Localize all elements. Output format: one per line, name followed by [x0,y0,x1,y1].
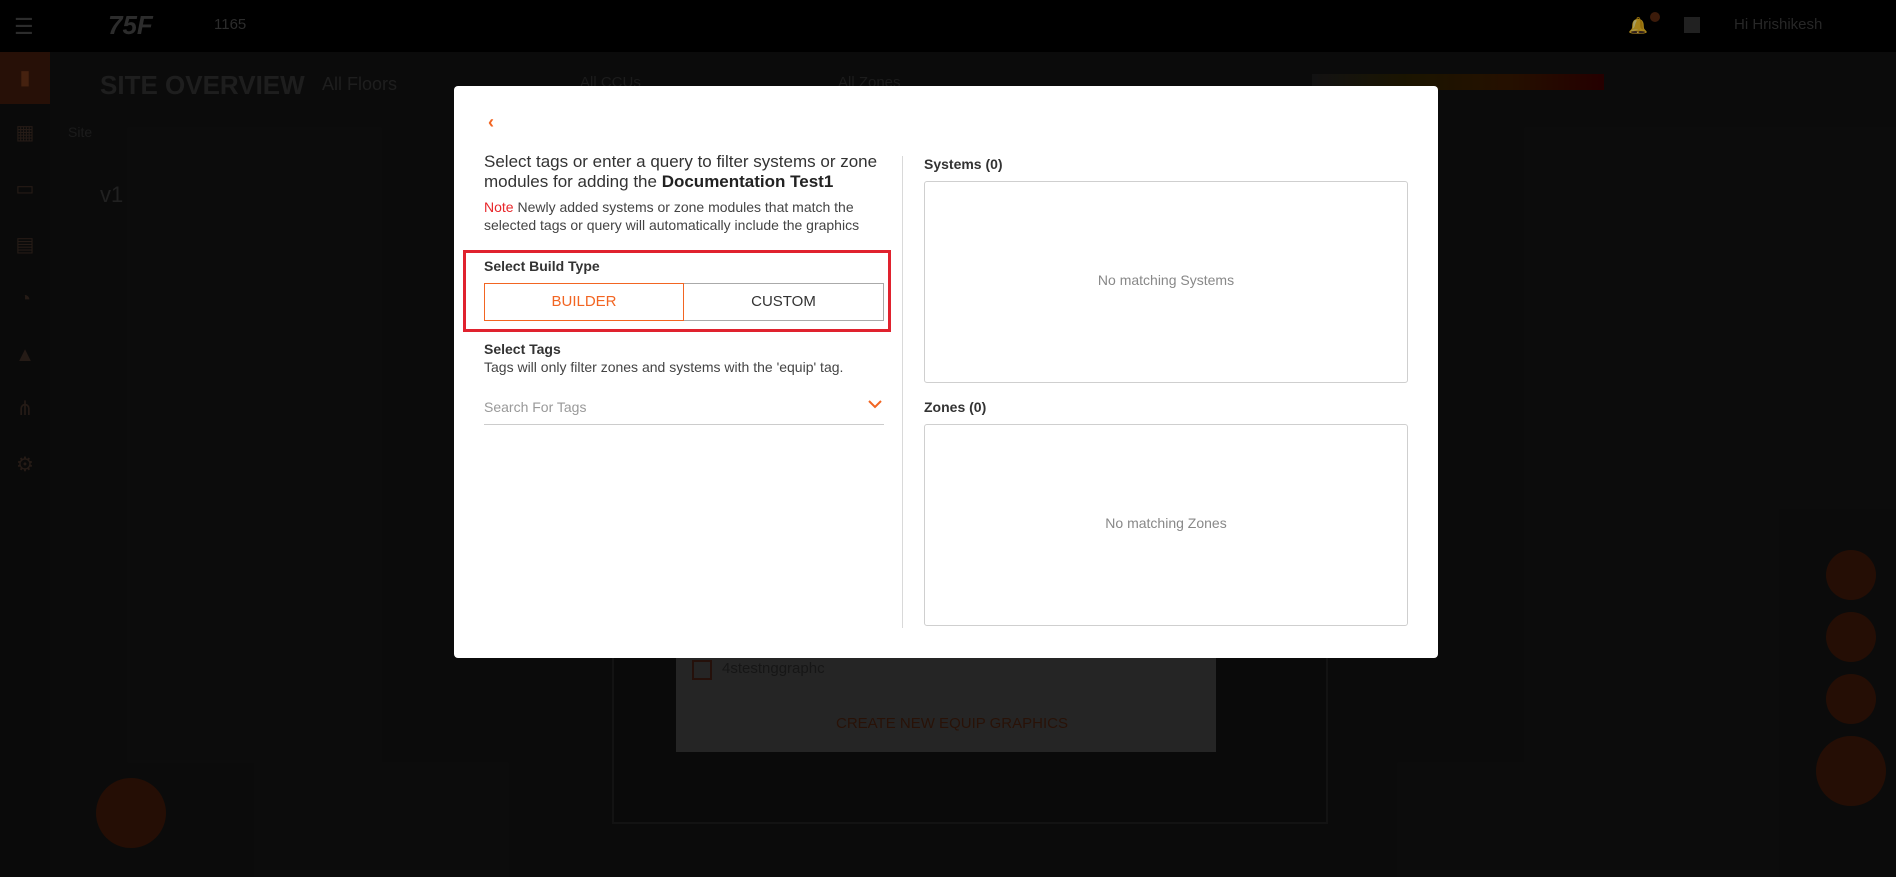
zones-list-box: No matching Zones [924,424,1408,626]
note-label: Note [484,199,514,215]
intro-text: Select tags or enter a query to filter s… [484,152,884,192]
zones-empty-message: No matching Zones [1105,515,1227,531]
zones-label: Zones (0) [924,399,987,415]
tags-search-input[interactable]: Search For Tags [484,394,884,425]
builder-option-button[interactable]: BUILDER [484,283,684,321]
note-body: Newly added systems or zone modules that… [484,199,860,233]
build-type-label: Select Build Type [484,258,600,274]
systems-empty-message: No matching Systems [1097,272,1235,288]
custom-option-button[interactable]: CUSTOM [684,283,884,321]
tags-help-text: Tags will only filter zones and systems … [484,359,844,375]
chevron-down-icon[interactable] [868,396,882,413]
note-text: Note Newly added systems or zone modules… [484,198,884,234]
add-graphics-modal: ‹ Select tags or enter a query to filter… [454,86,1438,658]
systems-label: Systems (0) [924,156,1003,172]
systems-list-box: No matching Systems [924,181,1408,383]
column-divider [902,156,903,628]
modal-left-column: Select tags or enter a query to filter s… [484,152,884,234]
back-chevron-icon[interactable]: ‹ [488,112,494,133]
tags-search-placeholder: Search For Tags [484,399,587,415]
intro-target: Documentation Test1 [661,172,834,191]
select-tags-label: Select Tags [484,341,561,357]
